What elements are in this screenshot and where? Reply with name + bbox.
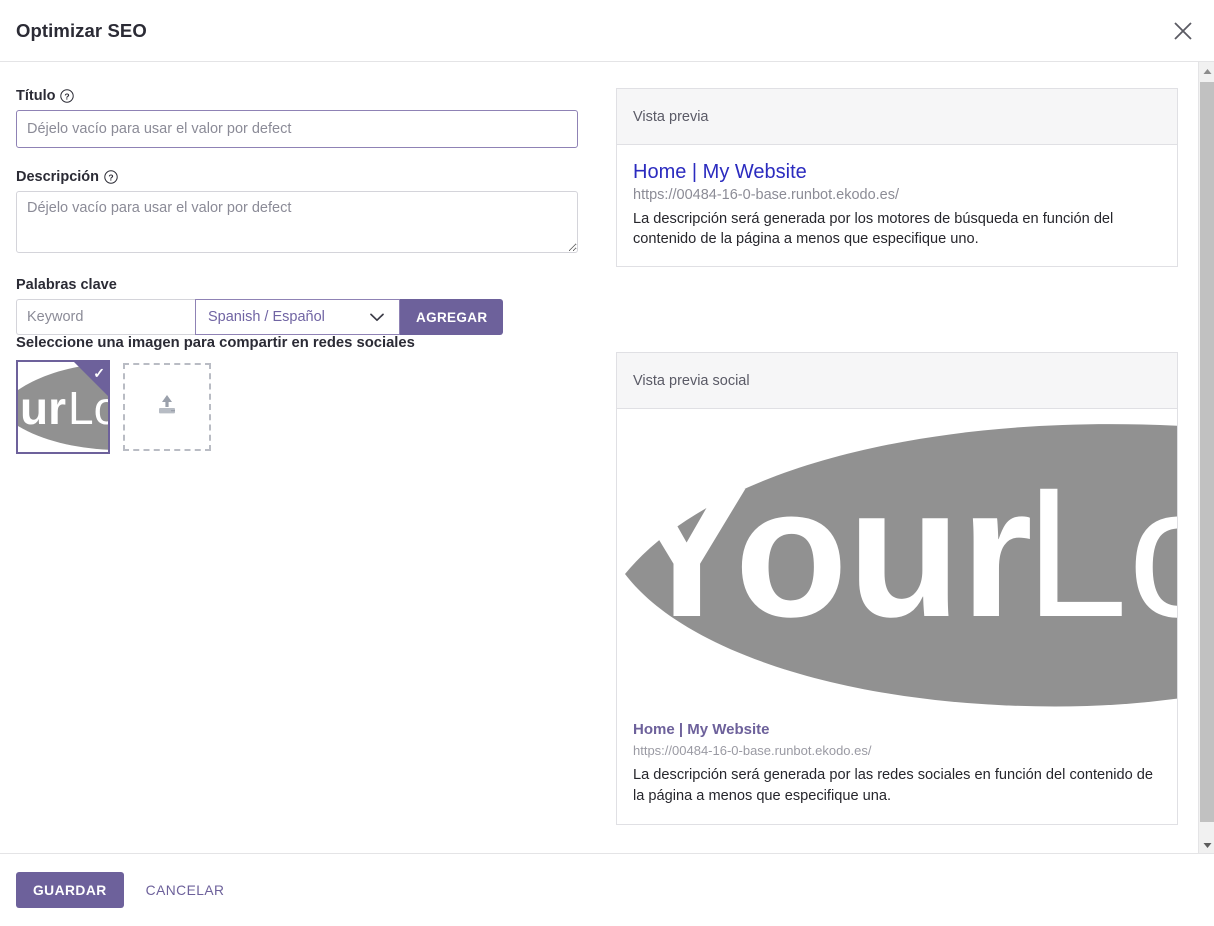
svg-text:Logo: Logo bbox=[1025, 450, 1177, 656]
social-preview-card: Vista previa social Your Logo Home | My … bbox=[616, 352, 1178, 825]
description-label-text: Descripción bbox=[16, 169, 99, 185]
cancel-button[interactable]: CANCELAR bbox=[134, 872, 237, 908]
close-button[interactable] bbox=[1166, 14, 1200, 48]
seo-form-column: Título ? Descripción bbox=[0, 88, 600, 853]
svg-text:Your: Your bbox=[625, 450, 1033, 656]
svg-text:?: ? bbox=[108, 172, 113, 182]
social-preview-header: Vista previa social bbox=[617, 353, 1177, 409]
add-keyword-button[interactable]: AGREGAR bbox=[400, 299, 504, 335]
social-image-thumbnail[interactable]: ur Lo ✓ bbox=[16, 360, 110, 454]
close-icon bbox=[1172, 20, 1194, 42]
search-preview-header: Vista previa bbox=[617, 89, 1177, 145]
dialog-footer: GUARDAR CANCELAR bbox=[0, 853, 1214, 926]
description-textarea[interactable] bbox=[16, 191, 578, 253]
keyword-input[interactable] bbox=[16, 299, 195, 335]
svg-text:?: ? bbox=[65, 91, 70, 101]
keyword-add-row: Spanish / Español AGREGAR bbox=[16, 299, 506, 335]
search-preview-url: https://00484-16-0-base.runbot.ekodo.es/ bbox=[633, 187, 900, 203]
social-preview-meta: Home | My Website https://00484-16-0-bas… bbox=[617, 709, 1177, 824]
social-image-picker: ur Lo ✓ bbox=[16, 360, 584, 454]
seo-optimizer-dialog: Optimizar SEO Título ? Déjelo vacío para… bbox=[0, 0, 1214, 926]
svg-text:ur: ur bbox=[20, 382, 66, 434]
dialog-body: Título ? Descripción bbox=[0, 62, 1214, 853]
social-preview-image: Your Logo bbox=[617, 409, 1177, 709]
upload-icon bbox=[154, 393, 180, 422]
dialog-header: Optimizar SEO bbox=[0, 0, 1214, 62]
search-preview-body: Home | My Website https://00484-16-0-bas… bbox=[617, 145, 1177, 266]
question-circle-icon[interactable]: ? bbox=[104, 170, 118, 184]
search-preview-card: Vista previa Home | My Website https://0… bbox=[616, 88, 1178, 267]
title-label-text: Título bbox=[16, 88, 56, 104]
scroll-down-button[interactable] bbox=[1199, 836, 1214, 853]
social-preview-header-text: Vista previa social bbox=[633, 372, 750, 389]
search-preview-header-text: Vista previa bbox=[633, 108, 709, 125]
dialog-scrollbar[interactable] bbox=[1198, 62, 1214, 853]
page-title: Optimizar SEO bbox=[16, 19, 147, 41]
social-image-label: Seleccione una imagen para compartir en … bbox=[16, 335, 415, 351]
upload-image-dropzone[interactable] bbox=[123, 363, 211, 451]
keyword-language-select[interactable]: Spanish / Español bbox=[195, 299, 400, 335]
keywords-label: Palabras clave bbox=[16, 277, 584, 293]
triangle-down-icon bbox=[1203, 836, 1212, 854]
search-preview-description: La descripción será generada por los mot… bbox=[633, 210, 1114, 248]
question-circle-icon[interactable]: ? bbox=[60, 89, 75, 103]
your-logo-social-art: Your Logo bbox=[625, 424, 1177, 707]
search-preview-title[interactable]: Home | My Website bbox=[633, 159, 1161, 185]
scroll-up-button[interactable] bbox=[1199, 62, 1214, 79]
triangle-up-icon bbox=[1203, 62, 1212, 80]
keyword-language-value: Spanish / Español bbox=[208, 309, 325, 325]
scrollbar-thumb[interactable] bbox=[1200, 82, 1214, 822]
social-preview-title[interactable]: Home | My Website bbox=[633, 720, 1161, 740]
description-field-label: Descripción ? bbox=[16, 169, 584, 185]
chevron-down-icon bbox=[370, 313, 387, 322]
title-input[interactable] bbox=[16, 110, 578, 148]
title-field-label: Título ? bbox=[16, 88, 584, 104]
save-button[interactable]: GUARDAR bbox=[16, 872, 124, 908]
keywords-label-text: Palabras clave bbox=[16, 277, 117, 293]
check-icon: ✓ bbox=[93, 365, 105, 381]
social-preview-description: La descripción será generada por las red… bbox=[633, 766, 1154, 805]
social-preview-url: https://00484-16-0-base.runbot.ekodo.es/ bbox=[633, 743, 872, 759]
preview-column: Vista previa Home | My Website https://0… bbox=[600, 88, 1198, 853]
